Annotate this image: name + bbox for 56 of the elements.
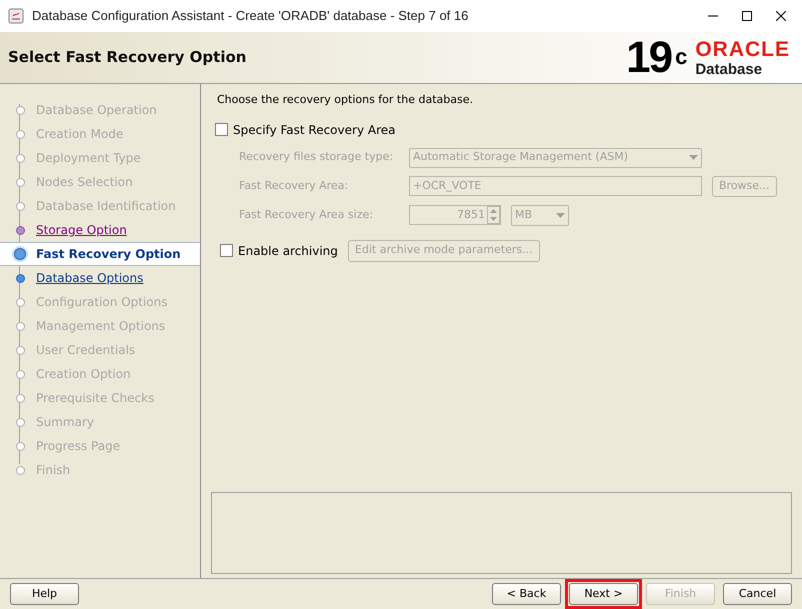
step-item[interactable]: Configuration Options xyxy=(0,290,200,314)
step-label: Management Options xyxy=(36,318,166,335)
brand-logo: ORACLE xyxy=(695,38,790,60)
step-item[interactable]: Fast Recovery Option xyxy=(0,242,200,266)
step-item[interactable]: Progress Page xyxy=(0,434,200,458)
step-item[interactable]: Deployment Type xyxy=(0,146,200,170)
step-label: Finish xyxy=(36,462,70,479)
checkbox-label: Enable archiving xyxy=(238,242,338,260)
step-label: Summary xyxy=(36,414,94,431)
step-item[interactable]: Database Options xyxy=(0,266,200,290)
wizard-button[interactable]: Next > xyxy=(569,583,638,605)
spinner-arrows-icon xyxy=(487,206,500,224)
step-label: Storage Option xyxy=(36,222,127,239)
step-item[interactable]: Creation Option xyxy=(0,362,200,386)
intro-text: Choose the recovery options for the database. xyxy=(216,92,474,108)
step-label: Prerequisite Checks xyxy=(36,390,154,407)
page-heading: Select Fast Recovery Option xyxy=(8,47,246,68)
step-item[interactable]: Database Identification xyxy=(0,194,200,218)
step-item[interactable]: Storage Option xyxy=(0,218,200,242)
field-label: Recovery files storage type: xyxy=(239,149,394,166)
app-icon xyxy=(8,8,24,24)
checkbox[interactable] xyxy=(215,123,228,136)
step-label: Fast Recovery Option xyxy=(36,246,181,263)
step-label: Database Options xyxy=(36,270,144,287)
step-item[interactable]: Finish xyxy=(0,458,200,482)
step-item[interactable]: Nodes Selection xyxy=(0,170,200,194)
maximize-icon[interactable] xyxy=(742,11,752,21)
step-item[interactable]: Creation Mode xyxy=(0,122,200,146)
wizard-button[interactable]: Cancel xyxy=(723,583,792,605)
step-label: User Credentials xyxy=(36,342,136,359)
step-label: Database Identification xyxy=(36,198,176,215)
checkbox-label: Specify Fast Recovery Area xyxy=(233,122,396,138)
step-label: Creation Mode xyxy=(36,126,124,143)
step-label: Progress Page xyxy=(36,438,120,455)
version-suffix: c xyxy=(675,42,688,70)
step-item[interactable]: User Credentials xyxy=(0,338,200,362)
step-item[interactable]: Summary xyxy=(0,410,200,434)
close-icon[interactable] xyxy=(776,11,786,21)
wizard-button[interactable]: < Back xyxy=(492,583,561,605)
step-item[interactable]: Management Options xyxy=(0,314,200,338)
step-label: Database Operation xyxy=(36,102,157,119)
version-number: 19 xyxy=(626,36,672,80)
step-label: Configuration Options xyxy=(36,294,168,311)
checkbox[interactable] xyxy=(220,244,233,257)
step-label: Deployment Type xyxy=(36,150,141,167)
step-item[interactable]: Prerequisite Checks xyxy=(0,386,200,410)
step-item[interactable]: Database Operation xyxy=(0,98,200,122)
step-label: Creation Option xyxy=(36,366,131,383)
field-label: Fast Recovery Area: xyxy=(239,178,350,194)
product-name: Database xyxy=(695,62,764,76)
wizard-button[interactable]: Help xyxy=(10,583,79,605)
field-label: Fast Recovery Area size: xyxy=(239,206,374,223)
step-label: Nodes Selection xyxy=(36,174,133,191)
caret-icon xyxy=(556,212,565,218)
window-title: Database Configuration Assistant - Create 'ORADB' database - Step 7 of 16 xyxy=(32,7,468,26)
caret-icon xyxy=(689,155,698,160)
